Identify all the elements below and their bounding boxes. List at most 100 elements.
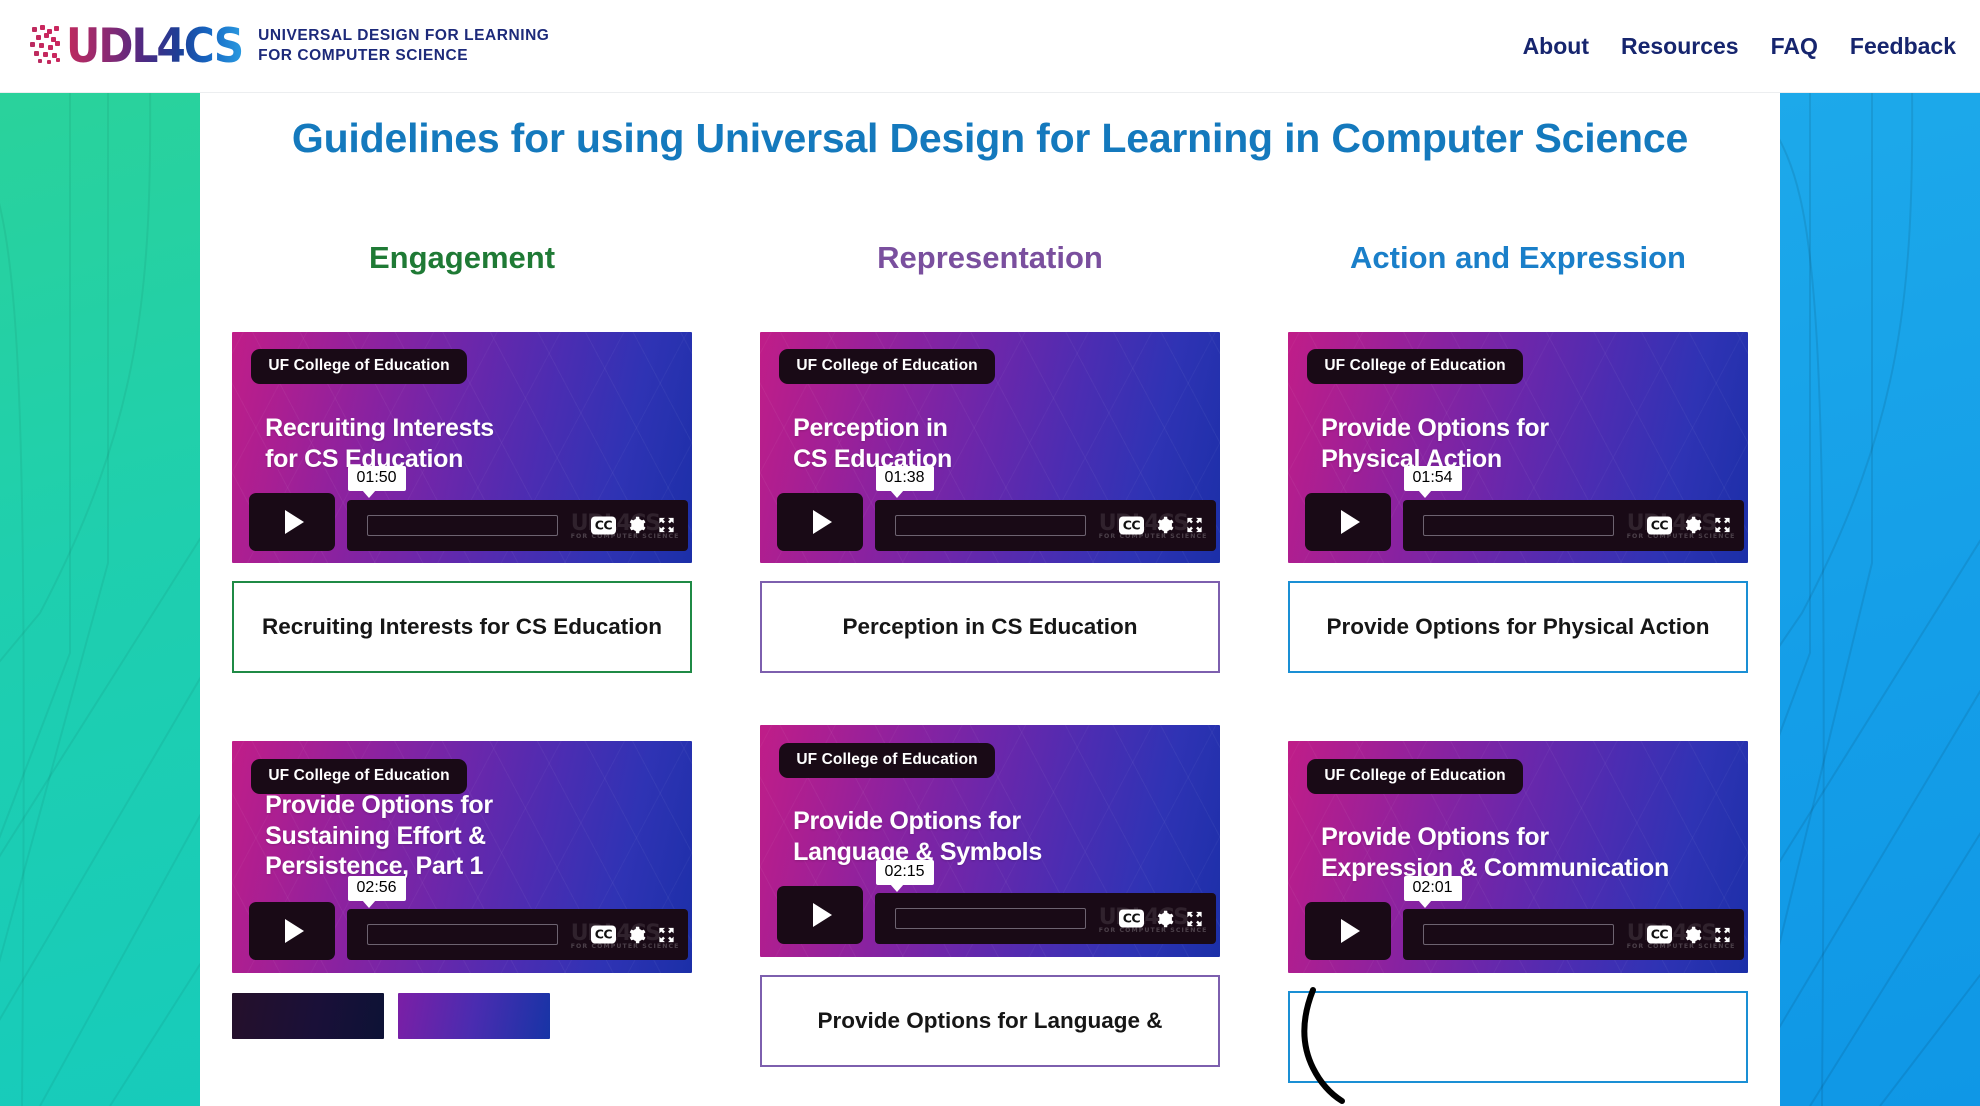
closed-caption-icon[interactable]: CC (590, 516, 617, 535)
duration-chip: 01:38 (875, 466, 934, 499)
scrubber-wrapper: 01:50 UDL4CSFOR COMPUTER SCIENCE CC (346, 466, 692, 551)
decorative-panel-left (0, 93, 200, 1106)
video-card[interactable]: UF College of Education Provide Options … (1288, 332, 1748, 674)
closed-caption-icon[interactable]: CC (1118, 516, 1145, 535)
column-heading-engagement: Engagement (368, 240, 556, 275)
fullscreen-icon[interactable] (1185, 516, 1204, 535)
video-thumbnail[interactable]: UF College of Education Provide Options … (1288, 741, 1748, 973)
video-caption-link[interactable]: Provide Options for Physical Action (1288, 581, 1748, 674)
video-thumbnail[interactable]: UF College of Education Provide Options … (1288, 332, 1748, 564)
video-thumbnail[interactable]: UF College of Education Provide Options … (760, 725, 1220, 957)
video-card[interactable]: UF College of Education Recruiting Inter… (232, 332, 692, 674)
nav-item-about[interactable]: About (1523, 33, 1589, 60)
play-button[interactable] (248, 902, 336, 961)
progress-track[interactable] (367, 514, 559, 536)
closed-caption-icon[interactable]: CC (1646, 925, 1673, 944)
publisher-badge: UF College of Education (1307, 758, 1523, 794)
duration-chip: 01:50 (347, 466, 406, 499)
progress-track[interactable] (367, 924, 559, 946)
fullscreen-icon[interactable] (1713, 516, 1732, 535)
video-player-bar: 01:54 UDL4CSFOR COMPUTER SCIENCE CC (1304, 466, 1748, 551)
player-controls: CC (590, 925, 676, 944)
site-logo[interactable]: UDL4CS Universal Design for Learning for… (30, 23, 549, 70)
column-action-and-expression: Action and Expression UF College of Educ… (1288, 240, 1748, 1083)
column-representation: Representation UF College of Education P… (760, 240, 1220, 1083)
column-heading-action-and-expression: Action and Expression (1350, 240, 1686, 275)
progress-track[interactable] (895, 908, 1087, 930)
fullscreen-icon[interactable] (657, 925, 676, 944)
fullscreen-icon[interactable] (1713, 925, 1732, 944)
play-button[interactable] (1304, 492, 1392, 551)
scrubber-wrapper: 02:01 UDL4CSFOR COMPUTER SCIENCE CC (1402, 875, 1748, 961)
progress-track[interactable] (895, 514, 1087, 536)
progress-track[interactable] (1423, 924, 1615, 946)
play-button[interactable] (776, 492, 864, 551)
scrubber-bar[interactable]: UDL4CSFOR COMPUTER SCIENCE CC (1402, 909, 1744, 961)
play-button[interactable] (248, 492, 336, 551)
scrubber-bar[interactable]: UDL4CSFOR COMPUTER SCIENCE CC (346, 499, 688, 551)
logo-tagline-line1: Universal Design for Learning (258, 27, 550, 45)
duration-chip: 02:01 (1403, 875, 1462, 908)
partial-thumbnail-row (232, 992, 692, 1039)
nav-item-faq[interactable]: FAQ (1771, 33, 1818, 60)
play-button[interactable] (1304, 902, 1392, 961)
play-icon (812, 509, 832, 534)
nav-item-feedback[interactable]: Feedback (1850, 33, 1956, 60)
video-caption-link[interactable]: Perception in CS Education (760, 581, 1220, 674)
scrubber-bar[interactable]: UDL4CSFOR COMPUTER SCIENCE CC (346, 909, 688, 961)
video-thumbnail-title: Recruiting Interests for CS Education (265, 414, 494, 473)
video-thumbnail[interactable]: UF College of Education Recruiting Inter… (232, 332, 692, 564)
site-header: UDL4CS Universal Design for Learning for… (0, 0, 1980, 93)
logo-mark: UDL4CS (30, 23, 244, 70)
gear-icon[interactable] (1683, 925, 1702, 944)
logo-tagline-line2: for Computer Science (258, 47, 469, 64)
video-player-bar: 02:56 UDL4CSFOR COMPUTER SCIENCE CC (248, 875, 692, 961)
video-thumbnail-title: Provide Options for Physical Action (1321, 414, 1549, 473)
publisher-badge: UF College of Education (1307, 349, 1523, 385)
fullscreen-icon[interactable] (1185, 909, 1204, 928)
play-icon (284, 509, 304, 534)
play-button[interactable] (776, 886, 864, 945)
duration-chip: 01:54 (1403, 466, 1462, 499)
gear-icon[interactable] (1155, 909, 1174, 928)
video-card[interactable]: UF College of Education Provide Options … (232, 741, 692, 1039)
scrubber-bar[interactable]: UDL4CSFOR COMPUTER SCIENCE CC (874, 893, 1216, 945)
video-card[interactable]: UF College of Education Provide Options … (760, 725, 1220, 1067)
video-thumbnail[interactable]: UF College of Education Perception in CS… (760, 332, 1220, 564)
video-caption-link[interactable]: Provide Options for Language & (760, 974, 1220, 1067)
column-engagement: Engagement UF College of Education Recru… (232, 240, 692, 1083)
gear-icon[interactable] (627, 925, 646, 944)
video-thumbnail-title: Perception in CS Education (793, 414, 953, 473)
fullscreen-icon[interactable] (657, 516, 676, 535)
closed-caption-icon[interactable]: CC (1646, 516, 1673, 535)
closed-caption-icon[interactable]: CC (1118, 909, 1145, 928)
duration-chip: 02:56 (347, 875, 406, 908)
player-controls: CC (1118, 909, 1204, 928)
column-spacer (760, 673, 1220, 725)
duration-chip: 02:15 (875, 859, 934, 892)
publisher-badge: UF College of Education (251, 758, 467, 794)
publisher-badge: UF College of Education (779, 742, 995, 778)
closed-caption-icon[interactable]: CC (590, 925, 617, 944)
gear-icon[interactable] (1683, 516, 1702, 535)
nav-item-resources[interactable]: Resources (1621, 33, 1739, 60)
video-caption-link[interactable] (1288, 990, 1748, 1083)
video-thumbnail[interactable]: UF College of Education Provide Options … (232, 741, 692, 973)
video-thumbnail-title: Provide Options for Sustaining Effort & … (265, 791, 493, 881)
partial-thumbnail[interactable] (398, 992, 550, 1039)
video-card[interactable]: UF College of Education Perception in CS… (760, 332, 1220, 674)
column-spacer (232, 673, 692, 741)
video-player-bar: 02:15 UDL4CSFOR COMPUTER SCIENCE CC (776, 859, 1220, 945)
progress-track[interactable] (1423, 514, 1615, 536)
logo-tagline: Universal Design for Learning for Comput… (258, 26, 549, 66)
scrubber-bar[interactable]: UDL4CSFOR COMPUTER SCIENCE CC (874, 499, 1216, 551)
scrubber-bar[interactable]: UDL4CSFOR COMPUTER SCIENCE CC (1402, 499, 1744, 551)
play-icon (1340, 509, 1360, 534)
video-caption-link[interactable]: Recruiting Interests for CS Education (232, 581, 692, 674)
gear-icon[interactable] (627, 516, 646, 535)
partial-thumbnail[interactable] (232, 992, 384, 1039)
page-title: Guidelines for using Universal Design fo… (291, 115, 1689, 161)
page-root: UDL4CS Universal Design for Learning for… (0, 0, 1980, 1106)
gear-icon[interactable] (1155, 516, 1174, 535)
video-card[interactable]: UF College of Education Provide Options … (1288, 741, 1748, 1083)
